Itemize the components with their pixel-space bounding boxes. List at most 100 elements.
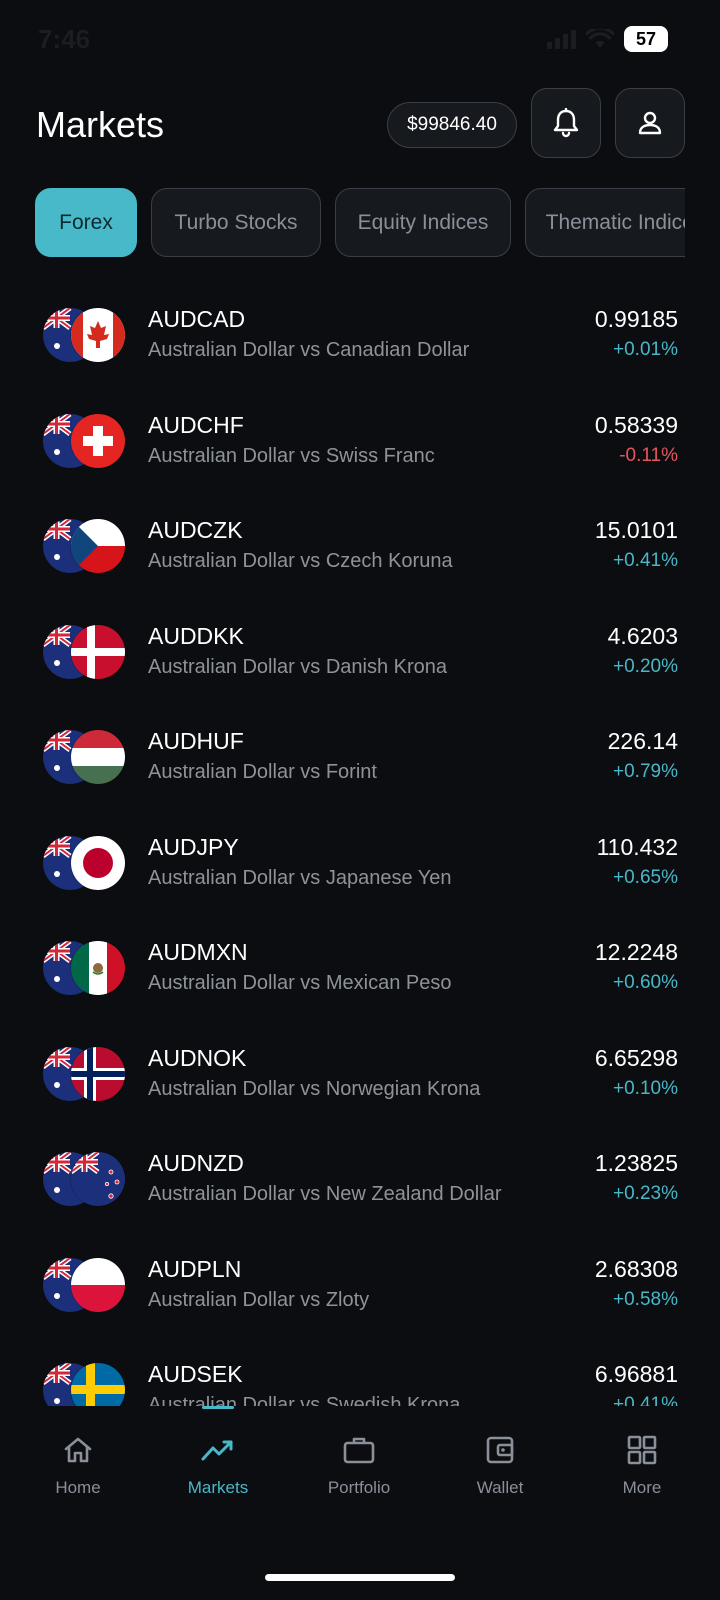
pair-price: 110.432 (596, 833, 678, 860)
pair-change: +0.60% (613, 972, 678, 993)
pair-symbol: AUDPLN (148, 1255, 242, 1282)
trend-chart-icon (201, 1440, 233, 1461)
pair-description: Australian Dollar vs New Zealand Dollar (148, 1183, 502, 1205)
nav-portfolio[interactable]: Portfolio (289, 1430, 429, 1510)
nav-home[interactable]: Home (8, 1430, 148, 1510)
pair-change: +0.20% (613, 655, 678, 677)
pair-description: Australian Dollar vs Czech Koruna (148, 550, 453, 572)
currency-pair-flags (43, 519, 125, 575)
new-zealand-flag-icon (71, 1152, 125, 1206)
currency-pair-flags (43, 941, 125, 997)
market-row[interactable]: AUDCAD Australian Dollar vs Canadian Doll… (0, 286, 720, 392)
pair-price: 12.2248 (594, 939, 678, 965)
nav-portfolio-label: Portfolio (327, 1478, 391, 1497)
nav-home-label: Home (55, 1478, 101, 1497)
market-row[interactable]: AUDCHF Australian Dollar vs Swiss Franc 0.… (0, 392, 720, 498)
czech-flag-icon (71, 519, 125, 573)
pair-change: +0.41% (613, 1394, 678, 1406)
switzerland-flag-icon (71, 413, 125, 468)
market-row[interactable]: AUDCZK Australian Dollar vs Czech Koruna 1… (0, 497, 720, 603)
pair-price: 0.58339 (594, 411, 678, 438)
balance-button[interactable]: $99846.40 (387, 102, 517, 148)
tab-equity-indices[interactable]: Equity Indices (335, 188, 511, 257)
pair-description: Australian Dollar vs Japanese Yen (148, 866, 452, 889)
nav-markets-label: Markets (187, 1478, 249, 1497)
pair-description: Australian Dollar vs Canadian Dollar (148, 339, 470, 361)
nav-wallet-label: Wallet (476, 1478, 524, 1497)
market-row[interactable]: AUDMXN Australian Dollar vs Mexican Peso 1… (0, 919, 720, 1025)
home-indicator (265, 1574, 455, 1581)
mexico-flag-icon (71, 941, 125, 995)
currency-pair-flags (43, 1363, 125, 1406)
currency-pair-flags (43, 413, 125, 470)
pair-symbol: AUDNOK (148, 1044, 247, 1071)
bottom-nav: Home Markets Portfolio Wallet More (0, 1406, 720, 1600)
nav-more[interactable]: More (572, 1430, 712, 1510)
pair-symbol: AUDCAD (148, 306, 246, 332)
pair-change: +0.10% (613, 1077, 678, 1099)
nav-more-label: More (622, 1478, 662, 1497)
currency-pair-flags (43, 308, 125, 364)
pair-symbol: AUDCHF (148, 411, 244, 438)
hungary-flag-icon (71, 730, 125, 784)
pair-description: Australian Dollar vs Forint (148, 761, 377, 783)
page-title: Markets (36, 104, 165, 145)
pair-change: +0.01% (613, 339, 678, 360)
market-row[interactable]: AUDPLN Australian Dollar vs Zloty 2.68308 +… (0, 1236, 720, 1342)
poland-flag-icon (71, 1257, 125, 1312)
notifications-button[interactable] (531, 88, 601, 158)
pair-change: +0.58% (613, 1288, 678, 1310)
market-row[interactable]: AUDDKK Australian Dollar vs Danish Krona 4… (0, 603, 720, 709)
market-row[interactable]: AUDNZD Australian Dollar vs New Zealand D… (0, 1130, 720, 1236)
norway-flag-icon (71, 1046, 125, 1101)
pair-change: +0.65% (613, 866, 678, 888)
market-row[interactable]: AUDNOK Australian Dollar vs Norwegian Kro… (0, 1025, 720, 1131)
market-row[interactable]: AUDSEK Australian Dollar vs Swedish Krona… (0, 1341, 720, 1406)
pair-description: Australian Dollar vs Swedish Krona (148, 1394, 461, 1406)
pair-symbol: AUDHUF (148, 728, 244, 754)
user-icon (638, 111, 662, 135)
currency-pair-flags (43, 835, 125, 892)
nav-wallet[interactable]: Wallet (430, 1430, 570, 1510)
pair-description: Australian Dollar vs Swiss Franc (148, 444, 435, 467)
status-icons: 57 (547, 26, 668, 52)
pair-symbol: AUDCZK (148, 517, 243, 543)
pair-symbol: AUDDKK (148, 622, 244, 649)
grid-icon (627, 1435, 657, 1465)
home-icon (64, 1437, 92, 1463)
battery-icon: 57 (624, 26, 668, 52)
pair-description: Australian Dollar vs Norwegian Krona (148, 1077, 481, 1100)
currency-pair-flags (43, 624, 125, 681)
pair-symbol: AUDMXN (148, 939, 248, 965)
pair-price: 6.65298 (594, 1044, 678, 1071)
bell-icon (553, 108, 579, 138)
status-bar: 7:46 57 (0, 0, 720, 80)
pair-price: 2.68308 (594, 1255, 678, 1282)
pair-description: Australian Dollar vs Danish Krona (148, 655, 448, 678)
pair-symbol: AUDNZD (148, 1150, 244, 1176)
canada-flag-icon (71, 308, 125, 362)
tab-forex[interactable]: Forex (35, 188, 137, 257)
pair-description: Australian Dollar vs Mexican Peso (148, 972, 452, 994)
currency-pair-flags (43, 730, 125, 786)
signal-icon (547, 29, 576, 49)
tab-thematic-indices[interactable]: Thematic Indices (525, 188, 685, 257)
currency-pair-flags (43, 1152, 125, 1208)
briefcase-icon (343, 1437, 375, 1464)
nav-markets[interactable]: Markets (148, 1430, 288, 1510)
pair-price: 6.96881 (594, 1361, 678, 1387)
japan-flag-icon (71, 835, 125, 890)
tab-turbo-stocks[interactable]: Turbo Stocks (151, 188, 321, 257)
market-category-tabs: Forex Turbo Stocks Equity Indices Themat… (35, 188, 685, 258)
pair-price: 0.99185 (594, 306, 678, 332)
markets-screen: 7:46 57 Markets $99846.40 Forex Turbo St… (0, 0, 720, 1600)
pair-description: Australian Dollar vs Zloty (148, 1288, 370, 1311)
wifi-icon (586, 29, 614, 49)
profile-button[interactable] (615, 88, 685, 158)
pair-change: +0.41% (613, 550, 678, 571)
active-tab-indicator (202, 1406, 234, 1409)
pair-symbol: AUDJPY (148, 833, 239, 860)
header: Markets $99846.40 (0, 88, 720, 160)
market-row[interactable]: AUDJPY Australian Dollar vs Japanese Yen 1… (0, 814, 720, 920)
market-row[interactable]: AUDHUF Australian Dollar vs Forint 226.14 +… (0, 708, 720, 814)
